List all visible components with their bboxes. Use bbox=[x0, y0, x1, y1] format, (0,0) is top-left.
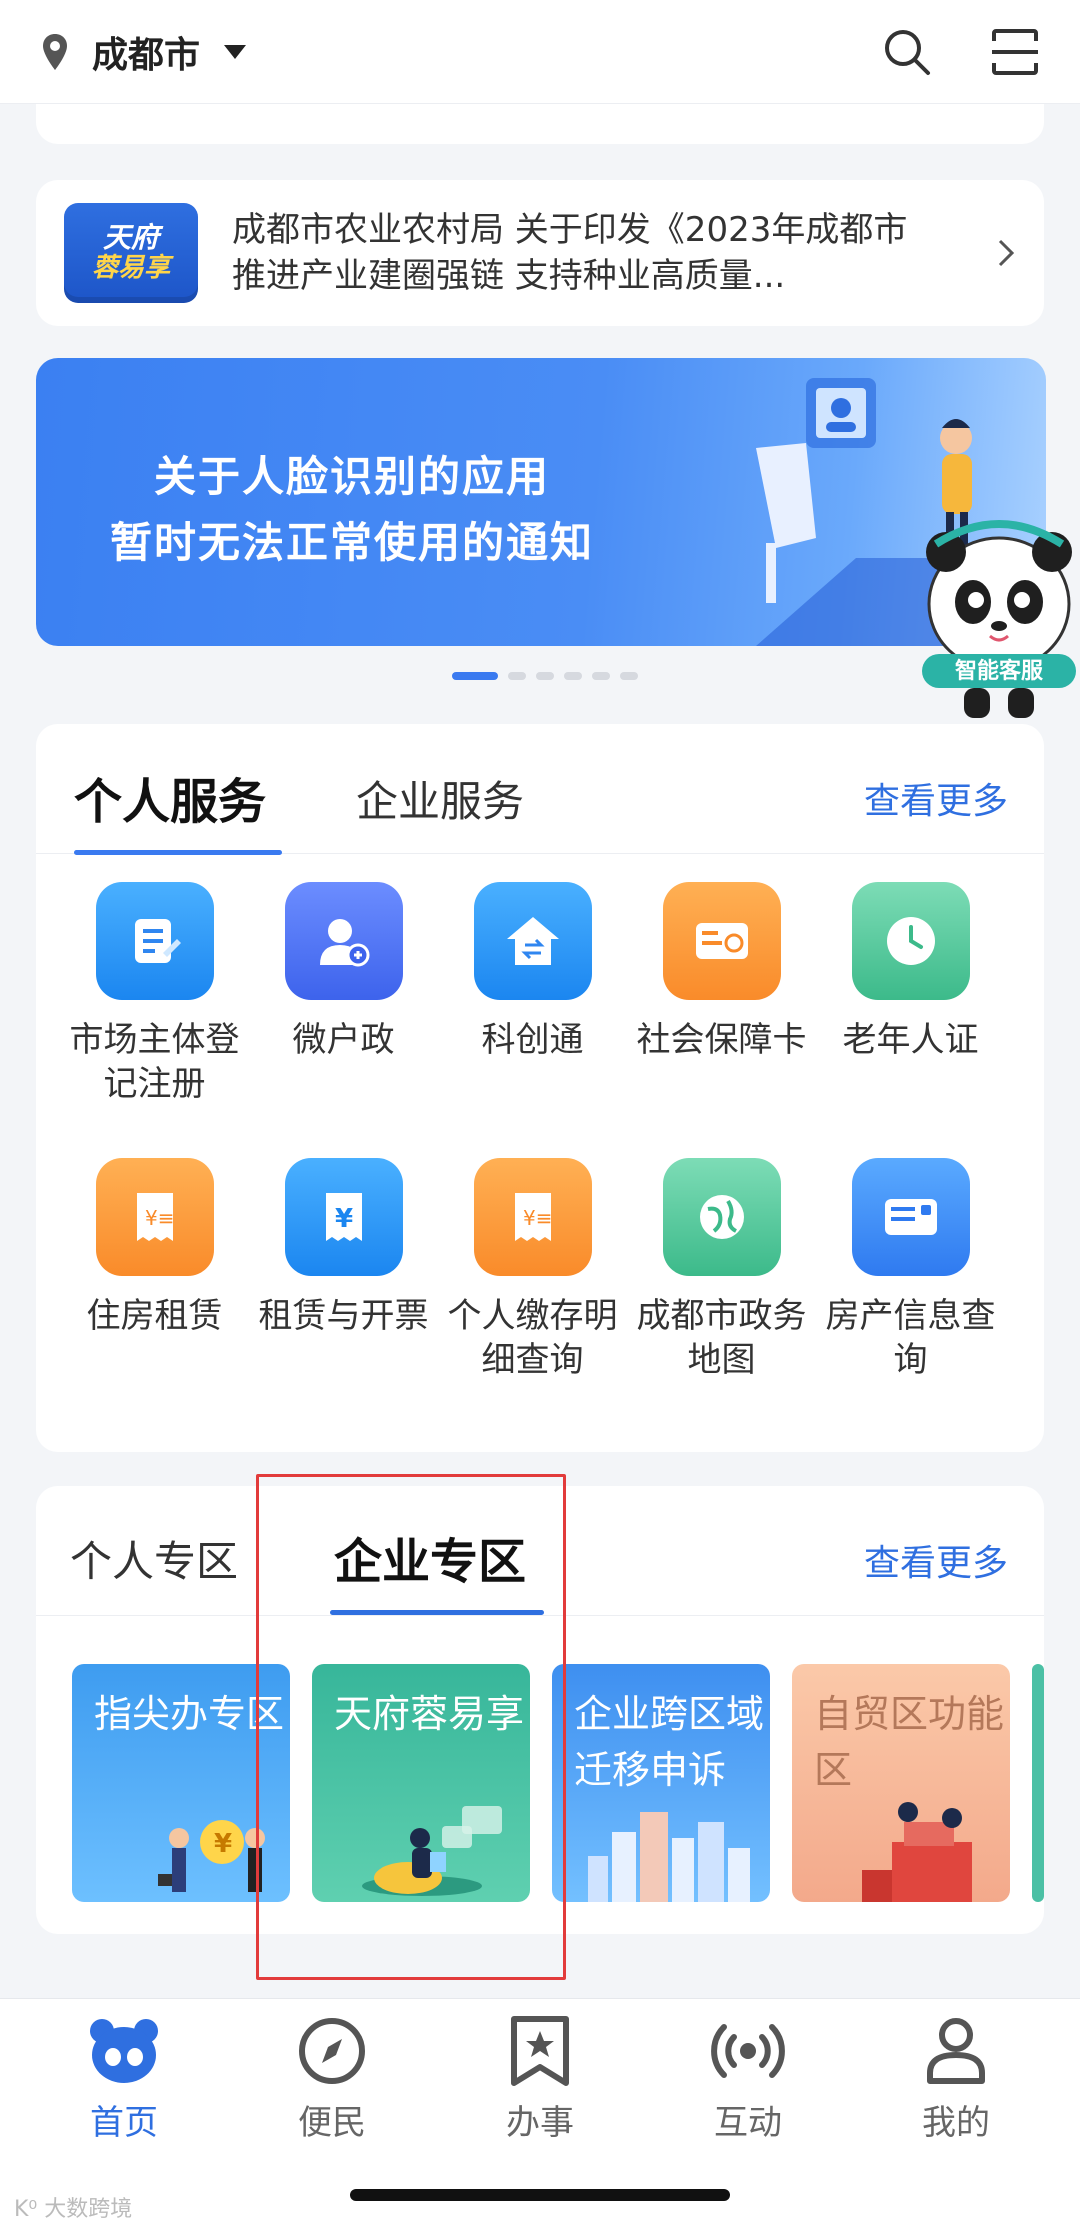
svg-text:¥≡: ¥≡ bbox=[523, 1206, 552, 1230]
tab-active-indicator bbox=[74, 850, 282, 855]
carousel-dot[interactable] bbox=[536, 672, 554, 680]
previous-card bbox=[36, 104, 1044, 144]
service-grid: 市场主体登记注册 微户政 科创通 社会保障卡 老年人证 ¥≡ 住房租赁 ¥ 租赁… bbox=[36, 882, 1044, 1382]
scan-icon[interactable] bbox=[990, 27, 1040, 77]
service-tabs: 个人服务 企业服务 查看更多 bbox=[36, 724, 1044, 855]
service-item[interactable]: 成都市政务地图 bbox=[627, 1158, 816, 1382]
news-card[interactable]: 天府 蓉易享 成都市农业农村局 关于印发《2023年成都市推进产业建圈强链 支持… bbox=[36, 180, 1044, 326]
nav-interaction[interactable]: 互动 bbox=[658, 2013, 838, 2144]
invoice-yen-icon: ¥ bbox=[284, 1158, 403, 1276]
nav-mine[interactable]: 我的 bbox=[866, 2013, 1046, 2144]
service-item[interactable]: ¥≡ 个人缴存明细查询 bbox=[438, 1158, 627, 1382]
property-card-icon bbox=[851, 1158, 970, 1276]
service-item[interactable]: 市场主体登记注册 bbox=[60, 882, 249, 1106]
clock-icon bbox=[851, 882, 970, 1000]
view-more-link[interactable]: 查看更多 bbox=[864, 772, 1008, 824]
user-icon bbox=[927, 2018, 985, 2084]
location-pin-icon[interactable] bbox=[40, 32, 70, 72]
panda-home-icon bbox=[90, 2019, 158, 2083]
tab-personal-services[interactable]: 个人服务 bbox=[74, 762, 266, 832]
view-more-link[interactable]: 查看更多 bbox=[864, 1534, 1008, 1586]
service-item[interactable]: ¥ 租赁与开票 bbox=[249, 1158, 438, 1382]
tab-enterprise-services[interactable]: 企业服务 bbox=[356, 768, 524, 829]
carousel-dot[interactable] bbox=[620, 672, 638, 680]
mascot-label: 智能客服 bbox=[955, 658, 1044, 684]
service-item[interactable]: ¥≡ 住房租赁 bbox=[60, 1158, 249, 1382]
bottom-navigation: 首页 便民 办事 互动 我的 K⁰ 大数跨境 bbox=[0, 1998, 1080, 2226]
carousel-dot[interactable] bbox=[564, 672, 582, 680]
service-item[interactable]: 科创通 bbox=[438, 882, 627, 1106]
search-icon[interactable] bbox=[882, 27, 932, 77]
zone-card-next-peek[interactable] bbox=[1032, 1664, 1044, 1902]
watermark: K⁰ 大数跨境 bbox=[14, 2197, 133, 2222]
service-item[interactable]: 老年人证 bbox=[816, 882, 1005, 1106]
chevron-down-icon[interactable] bbox=[224, 44, 247, 59]
nav-home[interactable]: 首页 bbox=[34, 2013, 214, 2144]
deposit-receipt-icon: ¥≡ bbox=[473, 1158, 592, 1276]
service-item[interactable]: 房产信息查询 bbox=[816, 1158, 1005, 1382]
carousel-indicator[interactable] bbox=[452, 672, 638, 680]
tianfu-logo: 天府 蓉易享 bbox=[64, 203, 198, 303]
nav-affairs[interactable]: 办事 bbox=[450, 2013, 630, 2144]
carousel-dot[interactable] bbox=[508, 672, 526, 680]
home-indicator[interactable] bbox=[350, 2189, 730, 2201]
header-actions bbox=[882, 27, 1040, 77]
panda-mascot-customer-service[interactable]: 智能客服 bbox=[918, 504, 1080, 724]
svg-text:¥: ¥ bbox=[335, 1204, 353, 1234]
news-text: 成都市农业农村局 关于印发《2023年成都市推进产业建圈强链 支持种业高质量..… bbox=[232, 210, 908, 296]
carousel-dot[interactable] bbox=[592, 672, 610, 680]
office-illustration bbox=[862, 1802, 972, 1902]
city-skyline-illustration bbox=[588, 1812, 750, 1902]
receipt-icon: ¥≡ bbox=[95, 1158, 214, 1276]
svg-text:¥: ¥ bbox=[214, 1829, 232, 1859]
social-card-icon bbox=[662, 882, 781, 1000]
house-exchange-icon bbox=[473, 882, 592, 1000]
banner-text: 关于人脸识别的应用 暂时无法正常使用的通知 bbox=[110, 452, 595, 567]
carousel-dot[interactable] bbox=[452, 672, 498, 680]
notice-banner[interactable]: 关于人脸识别的应用 暂时无法正常使用的通知 bbox=[36, 358, 1046, 646]
nav-convenience[interactable]: 便民 bbox=[242, 2013, 422, 2144]
tab-personal-zone[interactable]: 个人专区 bbox=[70, 1528, 238, 1589]
service-item[interactable]: 微户政 bbox=[249, 882, 438, 1106]
chevron-right-icon bbox=[998, 239, 1015, 267]
highlight-box bbox=[256, 1474, 566, 1980]
globe-map-icon bbox=[662, 1158, 781, 1276]
services-card: 个人服务 企业服务 查看更多 市场主体登记注册 微户政 科创通 社会保障卡 老年… bbox=[36, 724, 1044, 1452]
broadcast-icon bbox=[711, 2024, 785, 2078]
city-selector[interactable]: 成都市 bbox=[92, 26, 200, 78]
svg-text:¥≡: ¥≡ bbox=[145, 1206, 174, 1230]
zone-card-migration[interactable]: 企业跨区域迁移申诉 bbox=[552, 1664, 770, 1902]
user-badge-icon bbox=[284, 882, 403, 1000]
document-edit-icon bbox=[95, 882, 214, 1000]
top-header: 成都市 bbox=[0, 0, 1080, 104]
service-item[interactable]: 社会保障卡 bbox=[627, 882, 816, 1106]
compass-icon bbox=[299, 2018, 365, 2084]
bookmark-star-icon bbox=[511, 2016, 569, 2086]
zone-card-free-trade[interactable]: 自贸区功能区 bbox=[792, 1664, 1010, 1902]
